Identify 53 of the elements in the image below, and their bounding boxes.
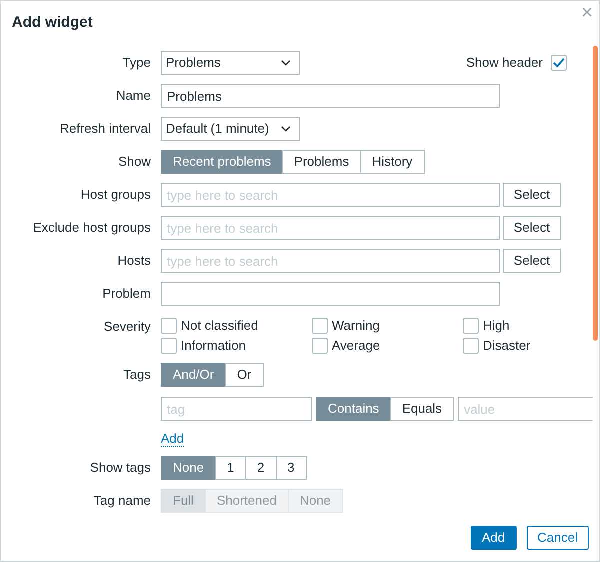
field-label: Problem: [102, 285, 152, 303]
search-field[interactable]: type here to search: [161, 249, 500, 273]
field-label: Show tags: [89, 459, 152, 477]
scrollbar-thumb[interactable]: [593, 46, 598, 341]
checkmark-icon: [553, 58, 565, 68]
segment-option[interactable]: 1: [215, 456, 246, 480]
checkbox[interactable]: [161, 338, 177, 354]
checkbox-label: High: [483, 318, 510, 334]
field-label: Tag name: [92, 492, 152, 510]
segment-option[interactable]: Or: [225, 363, 264, 387]
checkbox[interactable]: [463, 338, 479, 354]
field-label: Host groups: [80, 186, 152, 204]
segment-option[interactable]: 2: [245, 456, 277, 480]
checkbox-label: Average: [332, 338, 380, 354]
tag-field[interactable]: tag: [161, 397, 312, 421]
segment-option[interactable]: 3: [276, 456, 307, 480]
field-label: Show: [117, 153, 152, 171]
field-label: Refresh interval: [58, 120, 152, 138]
field-label: Hosts: [116, 252, 152, 270]
checkbox[interactable]: [551, 55, 567, 71]
checkbox-label: Disaster: [483, 338, 531, 354]
field-label: Name: [115, 87, 152, 105]
checkbox[interactable]: [312, 318, 328, 334]
checkbox-label: Not classified: [181, 318, 258, 334]
checkbox[interactable]: [463, 318, 479, 334]
add-link[interactable]: Add: [161, 431, 184, 447]
checkbox-label: Information: [181, 338, 246, 354]
segment-option[interactable]: History: [360, 150, 425, 174]
text-field[interactable]: Problems: [161, 84, 500, 108]
dropdown[interactable]: Problems: [161, 51, 300, 75]
dialog-title: Add widget: [12, 12, 93, 33]
checkbox-label: Show header: [466, 54, 543, 72]
add-button[interactable]: Add: [470, 526, 517, 550]
select-button[interactable]: Select: [503, 249, 561, 273]
field-label: Exclude host groups: [32, 219, 152, 237]
dropdown-caret-icon: [281, 126, 292, 132]
text-field[interactable]: [161, 282, 500, 306]
checkbox[interactable]: [312, 338, 328, 354]
checkbox-label: Warning: [332, 318, 380, 334]
field-label: Type: [122, 54, 152, 72]
segment-option[interactable]: Problems: [282, 150, 362, 174]
checkbox[interactable]: [161, 318, 177, 334]
select-button[interactable]: Select: [503, 183, 561, 207]
search-field[interactable]: type here to search: [161, 216, 500, 240]
field-label: Tags: [122, 366, 152, 384]
segment-option[interactable]: Equals: [390, 397, 454, 421]
dropdown-caret-icon: [281, 60, 291, 66]
dropdown[interactable]: Default (1 minute): [161, 117, 300, 141]
cancel-button[interactable]: Cancel: [526, 526, 589, 550]
select-button[interactable]: Select: [503, 216, 561, 240]
search-field[interactable]: type here to search: [161, 183, 500, 207]
value-field[interactable]: value: [458, 397, 593, 421]
field-label: Severity: [103, 318, 152, 336]
